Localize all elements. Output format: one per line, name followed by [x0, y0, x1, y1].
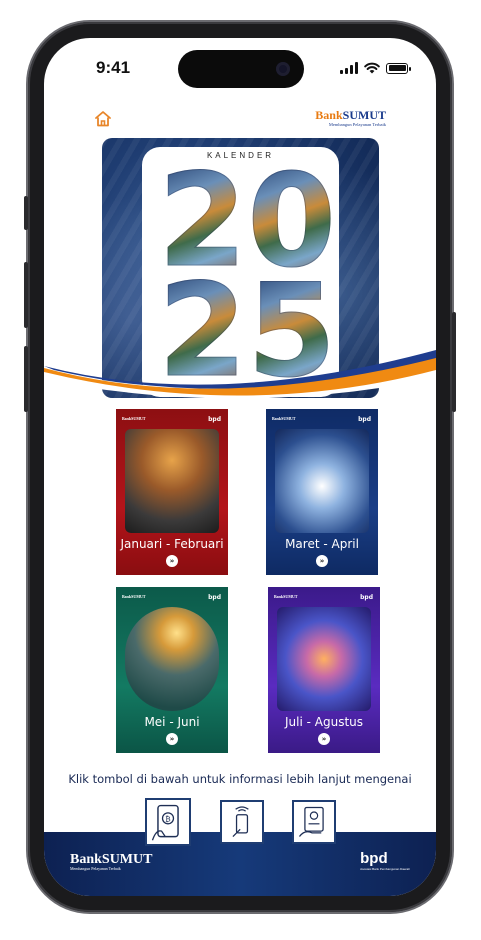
document-approval-icon[interactable]: [292, 800, 336, 844]
month-label: Mei - Juni: [144, 715, 200, 729]
svg-text:₿: ₿: [165, 815, 171, 824]
battery-icon: [386, 62, 411, 74]
chevron-double-right-icon[interactable]: »: [166, 555, 178, 567]
month-label: Juli - Agustus: [284, 715, 364, 729]
volume-down-button: [24, 346, 28, 412]
chevron-double-right-icon[interactable]: »: [166, 733, 178, 745]
footer-banksumut-logo: BankSUMUT Membangun Pelayanan Terbaik: [70, 852, 153, 871]
screen: 9:41 BankSUMUT Membangun Pelayanan Terba…: [44, 38, 436, 896]
month-card-jul-aug[interactable]: BankSUMUT bpd Juli - Agustus »: [268, 587, 380, 753]
chevron-double-right-icon[interactable]: »: [318, 733, 330, 745]
banksumut-logo: BankSUMUT Membangun Pelayanan Terbaik: [315, 108, 386, 127]
wifi-icon: [364, 62, 380, 74]
status-time: 9:41: [96, 58, 131, 77]
month-art-jul-aug: [277, 607, 371, 711]
wave-divider: [44, 350, 436, 398]
action-button: [24, 196, 28, 230]
chevron-double-right-icon[interactable]: »: [316, 555, 328, 567]
dynamic-island: [178, 50, 304, 88]
month-label: Maret - April: [285, 537, 359, 551]
month-card-may-jun[interactable]: BankSUMUT bpd Mei - Juni »: [116, 587, 228, 753]
volume-up-button: [24, 262, 28, 328]
month-label: Januari - Februari: [120, 537, 224, 551]
power-button: [452, 312, 456, 412]
month-art-may-jun: [125, 607, 219, 711]
month-card-jan-feb[interactable]: BankSUMUT bpd Januari - Februari »: [116, 409, 228, 575]
camera-icon: [276, 62, 290, 76]
month-art-jan-feb: [125, 429, 219, 533]
footer-bpd-logo: bpd Asosiasi Bank Pembangunan Daerah: [360, 850, 410, 871]
mobile-transfer-icon[interactable]: [220, 800, 264, 844]
bitcoin-phone-icon[interactable]: ₿: [145, 798, 191, 846]
info-text: Klik tombol di bawah untuk informasi leb…: [68, 772, 412, 786]
month-card-mar-apr[interactable]: BankSUMUT bpd Maret - April »: [266, 409, 378, 575]
home-icon[interactable]: [94, 110, 112, 128]
month-art-mar-apr: [275, 429, 369, 533]
status-icons: [340, 62, 411, 74]
signal-icon: [340, 62, 358, 74]
